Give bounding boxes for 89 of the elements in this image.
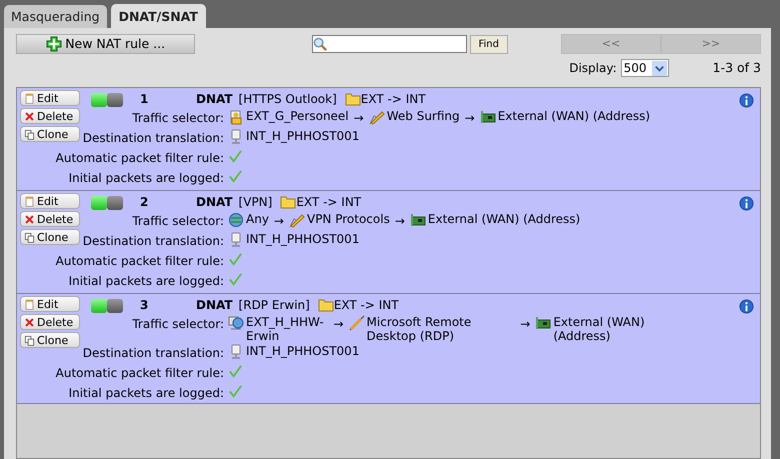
arrow-text: → [354,110,364,127]
user-group-icon [228,109,244,125]
delete-icon [24,110,35,122]
field-label: Destination translation: [82,345,224,362]
info-icon[interactable] [739,93,754,108]
pencil-ruler-icon [288,212,305,228]
result-range: 1-3 of 3 [712,58,761,77]
delete-button[interactable]: Delete [20,211,80,227]
delete-button[interactable]: Delete [20,314,80,330]
field-label: Destination translation: [82,233,224,250]
folder-icon [280,194,296,210]
rule-type: DNAT [196,297,233,314]
network-card-icon [535,315,552,331]
traffic-item: EXT_G_Personeel [246,109,349,123]
destination-host: INT_H_PHHOST001 [246,344,360,358]
copy-icon [24,128,35,140]
rule-name: [HTTPS Outlook] [238,91,337,108]
field-label: Destination translation: [82,130,224,147]
traffic-item: External (WAN) (Address) [498,109,650,123]
clone-button[interactable]: Clone [20,332,80,348]
enable-toggle[interactable] [91,93,124,109]
plus-icon [46,36,62,52]
arrow-text: → [520,316,530,333]
field-label: Automatic packet filter rule: [56,150,224,167]
traffic-item: Microsoft Remote Desktop (RDP) [366,315,472,343]
caret-icon [652,60,667,76]
edit-button[interactable]: Edit [20,193,80,209]
rule-name: [VPN] [238,194,272,211]
search-icon [313,36,328,52]
traffic-item: External (WAN) (Address) [428,212,580,226]
delete-icon [24,316,35,328]
rule-direction: EXT -> INT [296,194,362,211]
field-label: Traffic selector: [132,213,224,230]
traffic-item: EXT_H_HHW-Erwin [246,315,325,343]
clone-button[interactable]: Clone [20,229,80,245]
rule-number: 1 [140,91,150,108]
display-label: Display: [569,60,617,77]
field-label: Initial packets are logged: [68,273,224,290]
clone-button[interactable]: Clone [20,126,80,142]
traffic-item: External (WAN) (Address) [553,315,646,343]
enable-toggle[interactable] [91,196,124,212]
pencil-ruler-icon [368,109,385,125]
field-label: Traffic selector: [132,316,224,333]
folder-icon [344,91,361,107]
rule-number: 2 [140,194,150,211]
notepad-icon [24,298,35,310]
rule-name: [RDP Erwin] [238,297,310,314]
find-button[interactable]: Find [470,34,508,54]
arrow-text: → [464,110,475,127]
network-icon [228,315,244,331]
info-icon[interactable] [739,196,754,212]
enable-toggle[interactable] [91,299,124,315]
info-icon[interactable] [739,299,754,314]
edit-button[interactable]: Edit [20,90,80,106]
network-card-icon [480,109,496,125]
destination-host: INT_H_PHHOST001 [246,232,360,246]
traffic-item: Web Surfing [386,109,460,123]
tab[interactable]: DNAT/SNAT [110,4,206,28]
search-field[interactable] [312,35,466,53]
field-label: Initial packets are logged: [68,170,224,187]
delete-icon [24,214,35,224]
rule-type: DNAT [196,91,233,108]
copy-icon [24,232,35,242]
notepad-icon [24,196,35,206]
rule-direction: EXT -> INT [334,297,399,314]
rule-type: DNAT [196,194,233,211]
arrow-text: → [274,213,284,230]
field-label: Traffic selector: [132,110,224,127]
traffic-item: Any [246,212,269,226]
network-card-icon [410,212,426,228]
destination-host: INT_H_PHHOST001 [246,129,360,143]
edit-button[interactable]: Edit [20,296,80,312]
globe-icon [228,212,244,228]
display-select[interactable]: 500 [620,59,669,77]
rule-number: 3 [140,297,150,314]
folder-icon [318,297,334,313]
tab[interactable]: Masquerading [4,5,107,28]
new-rule-button[interactable]: New NAT rule ... [16,34,196,54]
field-label: Initial packets are logged: [68,385,224,402]
delete-button[interactable]: Delete [20,108,80,124]
field-label: Automatic packet filter rule: [56,365,224,382]
plug-icon [348,315,365,331]
traffic-item: VPN Protocols [306,212,390,226]
notepad-icon [24,92,35,104]
field-label: Automatic packet filter rule: [56,253,224,270]
arrow-text: → [333,316,344,333]
arrow-text: → [394,213,405,230]
copy-icon [24,334,35,346]
rule-direction: EXT -> INT [360,91,426,108]
